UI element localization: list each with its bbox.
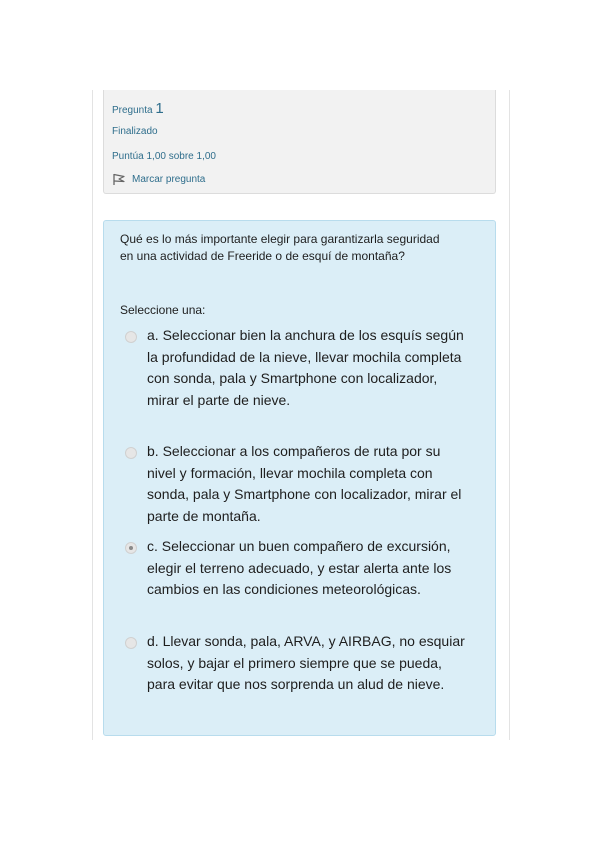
flag-question-link[interactable]: Marcar pregunta bbox=[112, 173, 205, 186]
answer-text-a: a. Seleccionar bien la anchura de los es… bbox=[147, 327, 464, 408]
question-info-panel: Pregunta 1 Finalizado Puntúa 1,00 sobre … bbox=[103, 90, 496, 194]
question-number-label: Pregunta 1 bbox=[112, 100, 164, 117]
question-number: 1 bbox=[155, 100, 164, 117]
answer-radio-d[interactable] bbox=[125, 637, 137, 649]
content-border-right bbox=[509, 90, 510, 740]
flag-question-label: Marcar pregunta bbox=[132, 174, 206, 185]
answer-radio-a[interactable] bbox=[125, 331, 137, 343]
flag-outline-icon bbox=[113, 173, 125, 185]
answer-prompt: Seleccione una: bbox=[120, 303, 206, 317]
question-grade: Puntúa 1,00 sobre 1,00 bbox=[112, 151, 216, 162]
content-border-left bbox=[92, 90, 93, 740]
question-content-panel: Qué es lo más importante elegir para gar… bbox=[103, 220, 496, 736]
question-label-text: Pregunta bbox=[112, 105, 153, 116]
answer-text-d: d. Llevar sonda, pala, ARVA, y AIRBAG, n… bbox=[147, 633, 465, 692]
question-text: Qué es lo más importante elegir para gar… bbox=[120, 232, 440, 263]
answer-text-b: b. Seleccionar a los compañeros de ruta … bbox=[147, 443, 462, 524]
answer-radio-b[interactable] bbox=[125, 447, 137, 459]
answer-text-c: c. Seleccionar un buen compañero de excu… bbox=[147, 538, 452, 597]
quiz-page: Pregunta 1 Finalizado Puntúa 1,00 sobre … bbox=[0, 0, 599, 848]
question-state: Finalizado bbox=[112, 126, 158, 137]
answer-radio-c[interactable] bbox=[125, 542, 137, 554]
